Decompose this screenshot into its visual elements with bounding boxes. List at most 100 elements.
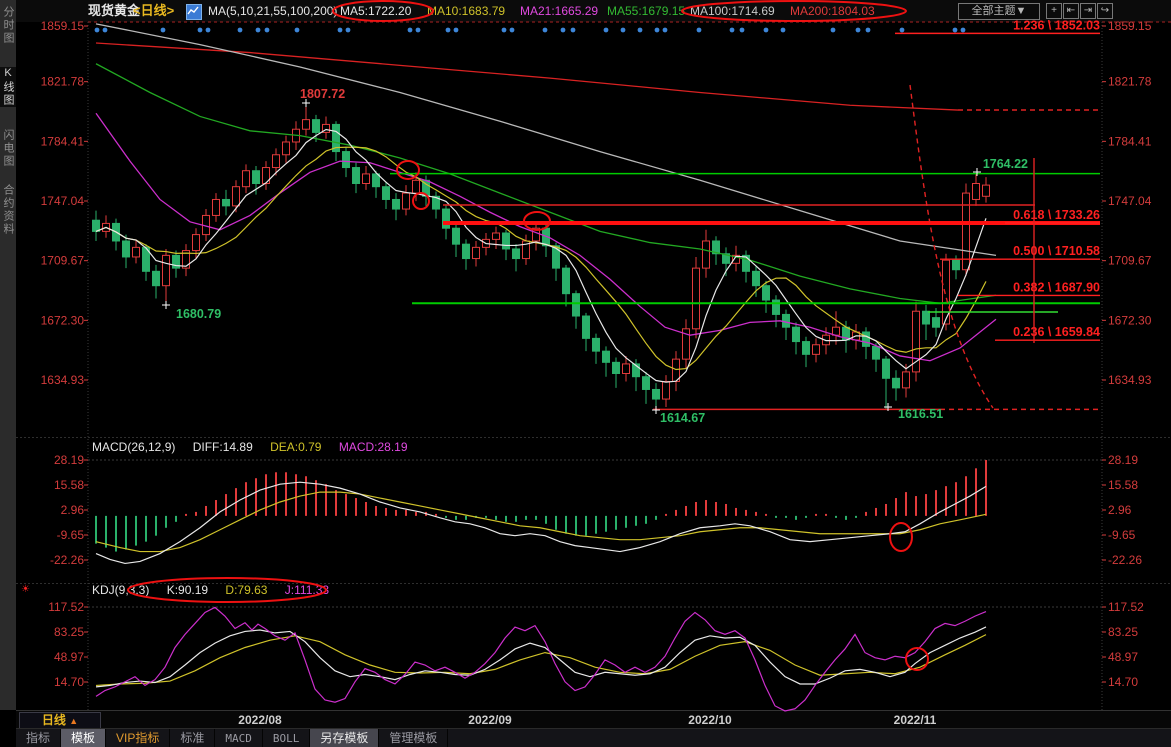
axis-tick-label: 28.19: [1108, 453, 1138, 467]
candle-body: [893, 378, 900, 388]
macd-diff-line: [96, 482, 986, 563]
bottom-tab-7[interactable]: 另存模板: [310, 729, 379, 747]
price-annotation: 1764.22: [983, 157, 1028, 171]
chart-canvas: 1.236 \ 1852.030.618 \ 1733.260.500 \ 17…: [0, 0, 1171, 747]
annotation-ellipse: [906, 648, 928, 670]
bottom-tab-3[interactable]: VIP指标: [106, 729, 170, 747]
ma5-line: [96, 130, 986, 383]
sidebar-tab-3[interactable]: 闪电图: [0, 129, 16, 168]
axis-tick-label: 2.96: [61, 503, 85, 517]
candle-body: [883, 359, 890, 378]
candle-body: [863, 332, 870, 346]
signal-dot: [408, 28, 413, 33]
candle-body: [243, 171, 250, 187]
period-selector[interactable]: 日线 ▲: [19, 712, 101, 729]
line-chart-icon: [186, 4, 202, 20]
candle-body: [503, 233, 510, 249]
axis-tick-label: 83.25: [1108, 625, 1138, 639]
ma-value-label: MA10:1683.79: [427, 0, 505, 22]
signal-dot: [346, 28, 351, 33]
bottom-tab-8[interactable]: 管理模板: [379, 729, 448, 747]
candle-body: [193, 235, 200, 251]
sidebar-tab-4[interactable]: 合约资料: [0, 184, 16, 236]
price-annotation: 1614.67: [660, 411, 705, 425]
candle-body: [683, 329, 690, 359]
date-label: 2022/08: [238, 713, 281, 727]
signal-dot: [256, 28, 261, 33]
candle-body: [233, 187, 240, 206]
candle-body: [693, 268, 700, 329]
axis-tick-label: 1747.04: [1108, 194, 1152, 208]
sidebar-tab-2[interactable]: K线图: [0, 67, 16, 107]
candle-body: [803, 342, 810, 355]
candle-body: [653, 389, 660, 399]
axis-tick-label: 48.97: [1108, 650, 1138, 664]
signal-dot: [697, 28, 702, 33]
theme-select-button[interactable]: 全部主题▼: [958, 3, 1040, 20]
bottom-tab-5[interactable]: MACD: [215, 729, 263, 747]
signal-dot: [238, 28, 243, 33]
candle-body: [923, 311, 930, 324]
compress-right-icon[interactable]: ⇥: [1080, 3, 1096, 19]
candle-body: [123, 241, 130, 257]
move-tool-icon[interactable]: +: [1046, 3, 1062, 19]
candle-body: [413, 180, 420, 193]
signal-dot: [206, 28, 211, 33]
signal-dot: [571, 28, 576, 33]
signal-dot: [502, 28, 507, 33]
period-selector-label: 日线: [42, 713, 66, 727]
ma200-line: [96, 43, 958, 110]
date-label: 2022/09: [468, 713, 511, 727]
candle-body: [423, 180, 430, 196]
candle-body: [813, 345, 820, 355]
expand-right-icon[interactable]: ↪: [1097, 3, 1113, 19]
axis-tick-label: -22.26: [50, 553, 84, 567]
signal-dot: [900, 28, 905, 33]
macd-dea-line: [96, 492, 986, 551]
fib-label: 0.236 \ 1659.84: [1013, 325, 1100, 339]
candle-body: [613, 362, 620, 373]
candle-body: [133, 247, 140, 257]
candle-body: [223, 199, 230, 205]
candle-body: [553, 246, 560, 268]
candle-body: [583, 316, 590, 338]
bottom-tab-2[interactable]: 模板: [61, 729, 106, 747]
signal-dot: [561, 28, 566, 33]
signal-dot: [416, 28, 421, 33]
candle-body: [533, 228, 540, 241]
bottom-tab-1[interactable]: 指标: [16, 729, 61, 747]
kdj-j-value: J:111.33: [285, 583, 329, 597]
axis-tick-label: 15.58: [54, 478, 84, 492]
signal-dot: [961, 28, 966, 33]
candle-body: [93, 220, 100, 231]
candle-body: [253, 171, 260, 184]
kdj-k-line: [96, 627, 986, 687]
signal-dot: [953, 28, 958, 33]
candle-body: [933, 318, 940, 328]
ma-value-label: MA5:1722.20: [340, 0, 411, 22]
candle-body: [113, 223, 120, 241]
axis-tick-label: 1747.04: [41, 194, 85, 208]
sidebar-tab-1[interactable]: 分时图: [0, 6, 16, 45]
candle-body: [773, 300, 780, 314]
candle-body: [403, 193, 410, 209]
alarm-icon[interactable]: ☀: [21, 584, 30, 595]
candle-body: [643, 377, 650, 390]
candle-body: [633, 364, 640, 377]
bottom-tab-6[interactable]: BOLL: [263, 729, 311, 747]
fib-label: 0.382 \ 1687.90: [1013, 280, 1100, 294]
candle-body: [843, 327, 850, 340]
compress-left-icon[interactable]: ⇤: [1063, 3, 1079, 19]
macd-macd-value: MACD:28.19: [339, 440, 408, 454]
candle-body: [393, 199, 400, 209]
kdj-d-line: [96, 635, 986, 686]
candle-body: [373, 174, 380, 187]
candle-body: [463, 244, 470, 258]
candle-body: [963, 193, 970, 270]
candle-body: [763, 286, 770, 300]
candle-body: [733, 255, 740, 263]
candle-body: [513, 249, 520, 259]
bottom-tab-4[interactable]: 标准: [170, 729, 215, 747]
kdj-j-line: [96, 607, 986, 711]
candle-body: [703, 241, 710, 268]
